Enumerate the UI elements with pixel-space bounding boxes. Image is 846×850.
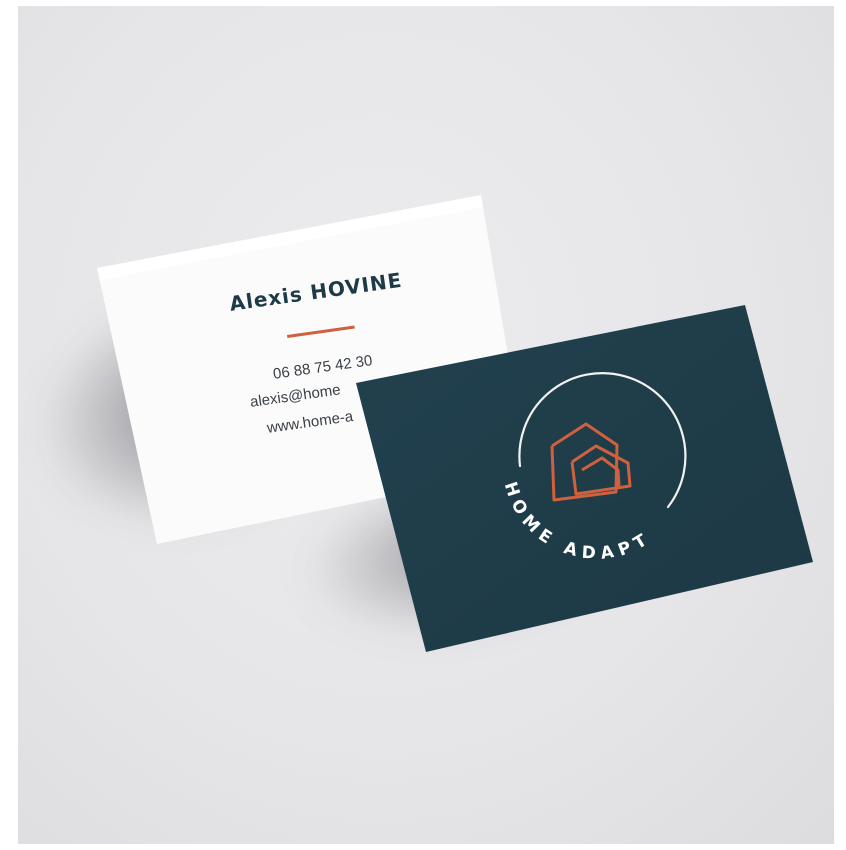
frame-border-left (0, 0, 18, 850)
business-card-front: HOME ADAPT (0, 0, 846, 850)
frame-border-top (0, 0, 846, 6)
brand-name: HOME ADAPT (500, 479, 650, 563)
svg-text:HOME ADAPT: HOME ADAPT (500, 479, 656, 563)
frame-border-right (834, 0, 846, 850)
frame-border-bottom (0, 844, 846, 850)
brand-wordmark: HOME ADAPT (500, 479, 656, 563)
